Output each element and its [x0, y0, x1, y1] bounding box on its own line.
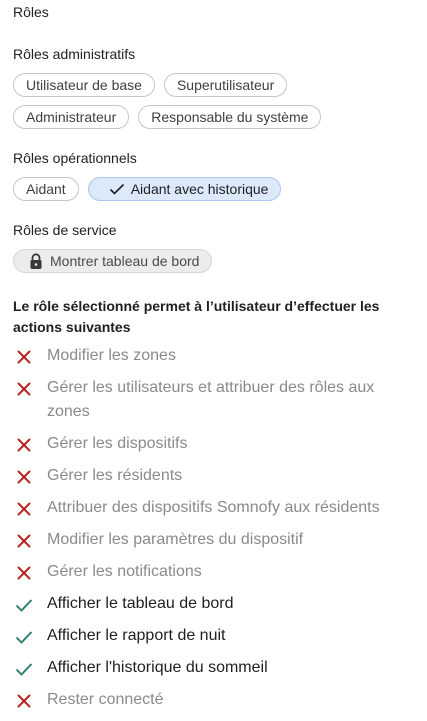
cross-icon [17, 566, 31, 580]
permission-item: Modifier les zones [13, 344, 421, 368]
role-chip-aidant-avec-historique[interactable]: Aidant avec historique [87, 177, 282, 201]
check-icon [15, 663, 33, 676]
permission-item: Afficher le tableau de bord [13, 592, 421, 616]
permission-label: Gérer les dispositifs [47, 435, 188, 452]
check-icon [15, 599, 33, 612]
permissions-title: Le rôle sélectionné permet à l’utilisate… [13, 298, 380, 335]
permission-item: Modifier les paramètres du dispositif [13, 528, 421, 552]
permission-item: Gérer les dispositifs [13, 432, 421, 456]
permission-item: Afficher le rapport de nuit [13, 624, 421, 648]
lock-icon [30, 252, 42, 269]
cross-icon [17, 350, 31, 364]
permission-item: Afficher l'historique du sommeil [13, 656, 421, 680]
cross-icon [17, 382, 31, 396]
permissions-list: Modifier les zones Gérer les utilisateurs… [13, 344, 421, 720]
section-title-admin: Rôles administratifs [13, 46, 136, 62]
admin-roles-row-2: Administrateur Responsable du système [13, 105, 322, 129]
cross-icon [17, 438, 31, 452]
permission-item: Gérer les utilisateurs et attribuer des … [13, 376, 421, 424]
operational-roles-row: Aidant Aidant avec historique [13, 177, 282, 201]
permission-label: Afficher l'historique du sommeil [47, 659, 268, 676]
permission-item: Rester connecté [13, 688, 421, 712]
section-title-service: Rôles de service [13, 222, 117, 238]
check-icon [109, 183, 124, 195]
role-chip-aidant[interactable]: Aidant [13, 177, 79, 201]
role-chip-utilisateur-de-base[interactable]: Utilisateur de base [13, 73, 155, 97]
section-title-operational: Rôles opérationnels [13, 150, 137, 166]
permission-label: Attribuer des dispositifs Somnofy aux ré… [47, 499, 380, 516]
permission-item: Gérer les notifications [13, 560, 421, 584]
role-chip-responsable-du-systeme[interactable]: Responsable du système [138, 105, 322, 129]
permission-item: Gérer les résidents [13, 464, 421, 488]
permission-label: Gérer les résidents [47, 467, 183, 484]
page-title: Rôles [13, 4, 49, 20]
permission-item: Attribuer des dispositifs Somnofy aux ré… [13, 496, 421, 520]
service-roles-row: Montrer tableau de bord [13, 249, 213, 273]
check-icon [15, 631, 33, 644]
permission-label: Rester connecté [47, 691, 164, 708]
permission-label: Afficher le rapport de nuit [47, 627, 226, 644]
role-chip-montrer-tableau-de-bord: Montrer tableau de bord [13, 249, 213, 273]
role-chip-superutilisateur[interactable]: Superutilisateur [163, 73, 288, 97]
permission-label: Modifier les zones [47, 347, 176, 364]
cross-icon [17, 534, 31, 548]
cross-icon [17, 694, 31, 708]
permission-label: Afficher le tableau de bord [47, 595, 234, 612]
cross-icon [17, 470, 31, 484]
permission-label: Modifier les paramètres du dispositif [47, 531, 304, 548]
permission-label: Gérer les notifications [47, 563, 202, 580]
permission-label: Gérer les utilisateurs et attribuer des … [47, 379, 375, 420]
role-chip-administrateur[interactable]: Administrateur [13, 105, 130, 129]
admin-roles-row-1: Utilisateur de base Superutilisateur [13, 73, 288, 97]
cross-icon [17, 502, 31, 516]
